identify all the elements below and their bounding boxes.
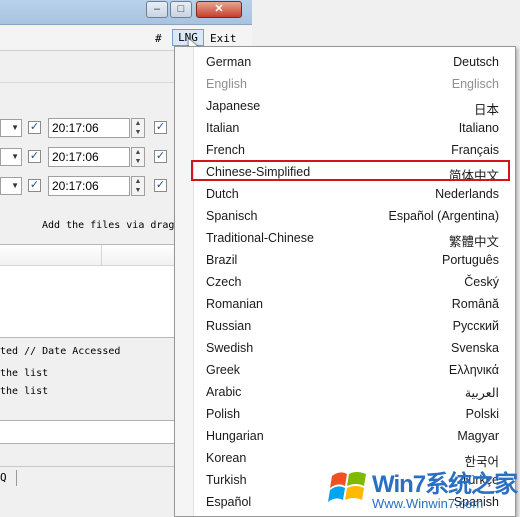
maximize-icon: □ (177, 3, 185, 15)
language-name: Greek (206, 363, 241, 377)
language-name: Turkish (206, 473, 247, 487)
time-spinner[interactable]: ▲ ▼ (131, 176, 145, 196)
time-input[interactable]: 20:17:06 (48, 176, 130, 196)
language-name: Traditional-Chinese (206, 231, 314, 245)
status-text: Q (0, 471, 7, 484)
exit-button[interactable]: Exit (210, 32, 237, 45)
date-dropdown[interactable]: ▼ (0, 177, 22, 195)
time-spinner[interactable]: ▲ ▼ (131, 118, 145, 138)
info-line: the list (0, 368, 49, 379)
language-native-name: Română (451, 297, 499, 311)
language-native-name: Italiano (458, 121, 499, 135)
time-checkbox[interactable]: ✓ (154, 150, 167, 163)
language-item[interactable]: Italian Italiano (195, 117, 513, 139)
date-dropdown[interactable]: ▼ (0, 119, 22, 137)
language-name: Spanisch (206, 209, 258, 223)
language-native-name: Español (Argentina) (388, 209, 499, 223)
language-native-name: 繁體中文 (448, 235, 499, 249)
time-input[interactable]: 20:17:06 (48, 147, 130, 167)
highlight-box (191, 160, 510, 181)
language-name: Dutch (206, 187, 239, 201)
date-checkbox[interactable]: ✓ (28, 121, 41, 134)
language-native-name: العربية (464, 386, 499, 400)
language-item[interactable]: English Englisch (195, 73, 513, 95)
watermark-url: Www.Winwin7.com (372, 496, 484, 511)
language-native-name: Deutsch (453, 55, 499, 69)
language-name: Russian (206, 319, 252, 333)
drag-hint-text: Add the files via drag (42, 220, 175, 231)
language-name: Arabic (206, 385, 242, 399)
language-native-name: Magyar (457, 429, 499, 443)
language-item[interactable]: Swedish Svenska (195, 337, 513, 359)
language-name: Brazil (206, 253, 238, 267)
language-native-name: Polski (465, 407, 499, 421)
language-item[interactable]: Japanese 日本 (195, 95, 513, 117)
watermark-brand: Win7系统之家 (372, 471, 518, 498)
language-item[interactable]: French Français (195, 139, 513, 161)
language-name: Czech (206, 275, 242, 289)
language-item[interactable]: Traditional-Chinese 繁體中文 (195, 227, 513, 249)
maximize-button[interactable]: □ (170, 1, 192, 18)
hash-button[interactable]: # (155, 32, 162, 45)
language-native-name: Ελληνικά (448, 363, 499, 377)
time-spinner[interactable]: ▲ ▼ (131, 147, 145, 167)
language-item[interactable]: Polish Polski (195, 403, 513, 425)
language-name: Polish (206, 407, 241, 421)
language-name: English (206, 77, 247, 91)
language-name: Italian (206, 121, 240, 135)
columns-line: ted // Date Accessed (0, 346, 121, 357)
info-line: the list (0, 386, 49, 397)
language-item[interactable]: Russian Русский (195, 315, 513, 337)
minimize-button[interactable]: – (146, 1, 168, 18)
language-name: Swedish (206, 341, 254, 355)
close-icon: ✕ (214, 3, 224, 15)
language-item[interactable]: Arabic العربية (195, 381, 513, 403)
language-native-name: 日本 (473, 103, 499, 117)
close-button[interactable]: ✕ (196, 1, 242, 18)
language-name: Romanian (206, 297, 263, 311)
language-native-name: Český (464, 275, 499, 289)
language-native-name: Português (442, 253, 499, 267)
language-name: French (206, 143, 245, 157)
language-native-name: Русский (452, 319, 499, 333)
language-item[interactable]: Romanian Română (195, 293, 513, 315)
language-item[interactable]: German Deutsch (195, 51, 513, 73)
time-checkbox[interactable]: ✓ (154, 121, 167, 134)
time-checkbox[interactable]: ✓ (154, 179, 167, 192)
language-name: Hungarian (206, 429, 264, 443)
watermark: Win7系统之家 Www.Winwin7.com (326, 462, 520, 517)
language-name: Japanese (206, 99, 261, 113)
language-item[interactable]: Brazil Português (195, 249, 513, 271)
time-input[interactable]: 20:17:06 (48, 118, 130, 138)
title-bar: – □ ✕ (0, 0, 252, 25)
language-item[interactable]: Hungarian Magyar (195, 425, 513, 447)
date-checkbox[interactable]: ✓ (28, 179, 41, 192)
language-item[interactable]: Czech Český (195, 271, 513, 293)
language-name: Español (206, 495, 252, 509)
date-dropdown[interactable]: ▼ (0, 148, 22, 166)
windows-logo-icon (328, 472, 366, 502)
language-name: German (206, 55, 252, 69)
language-native-name: Englisch (451, 77, 499, 91)
column-separator[interactable] (101, 245, 102, 265)
language-menu: German Deutsch English Englisch Japanese 日本 It… (174, 46, 516, 517)
menu-gutter (175, 47, 194, 516)
language-item[interactable]: Dutch Nederlands (195, 183, 513, 205)
language-item[interactable]: Spanisch Español (Argentina) (195, 205, 513, 227)
language-name: Korean (206, 451, 247, 465)
language-native-name: Svenska (451, 341, 499, 355)
date-checkbox[interactable]: ✓ (28, 150, 41, 163)
status-separator (16, 470, 17, 486)
language-native-name: Français (451, 143, 499, 157)
minimize-icon: – (153, 3, 161, 15)
language-item[interactable]: Greek Ελληνικά (195, 359, 513, 381)
language-native-name: Nederlands (435, 187, 499, 201)
